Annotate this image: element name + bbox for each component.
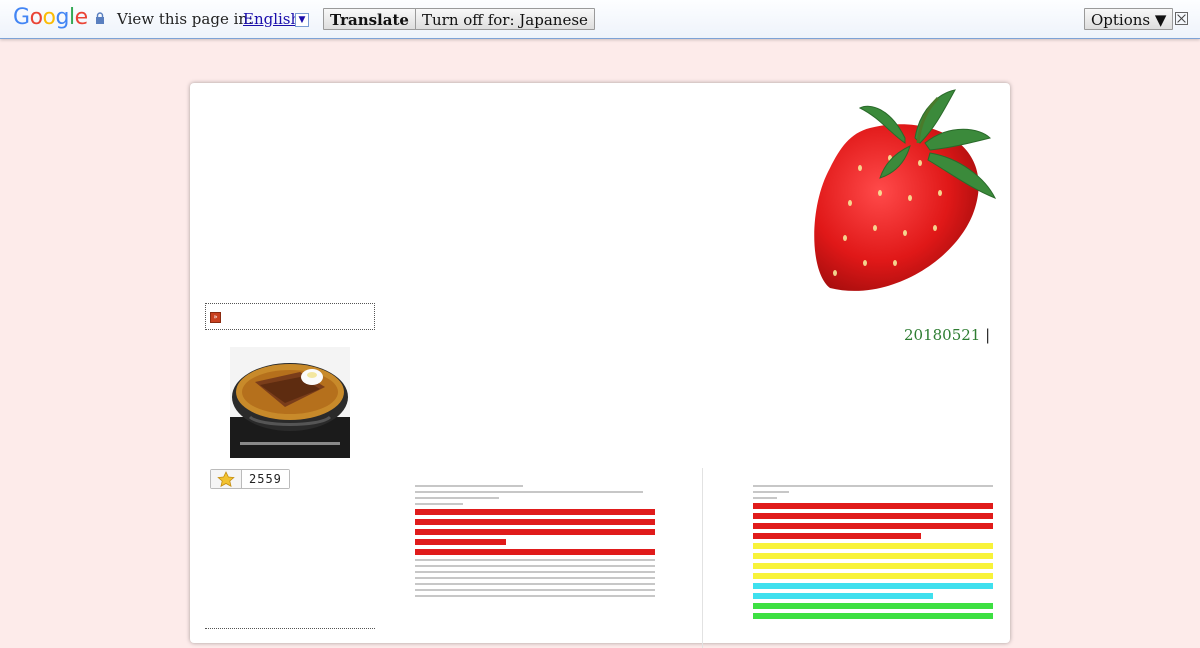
scanned-article-left	[415, 481, 655, 641]
hit-count-value: 2559	[242, 470, 289, 488]
lock-icon	[96, 12, 104, 24]
strawberry-header-image	[814, 89, 997, 291]
close-icon[interactable]	[1175, 12, 1188, 25]
image-divider	[702, 468, 703, 648]
katsu-curry-udon-image	[230, 347, 350, 458]
post-date-separator: |	[985, 326, 991, 344]
translate-button[interactable]: Translate	[323, 8, 416, 30]
view-page-label: View this page in:	[117, 10, 254, 28]
star-icon	[211, 470, 242, 488]
hit-counter: 2559	[210, 469, 290, 489]
rss-feed-box[interactable]: »	[205, 303, 375, 330]
rss-icon[interactable]: »	[210, 312, 221, 323]
language-link[interactable]: English	[243, 10, 300, 28]
chevron-down-icon[interactable]: ▼	[295, 13, 309, 27]
sidebar-divider	[205, 628, 375, 629]
post-date-text[interactable]: 20180521	[904, 326, 980, 344]
blog-page: » 2559 20180521 |	[190, 83, 1010, 648]
turn-off-button[interactable]: Turn off for: Japanese	[415, 8, 595, 30]
options-button[interactable]: Options ▼	[1084, 8, 1174, 30]
scanned-article-right	[753, 481, 993, 641]
google-logo: Google	[13, 5, 88, 30]
translate-bar: Google View this page in: English ▼ Tran…	[0, 0, 1200, 39]
post-date: 20180521 |	[904, 326, 990, 344]
